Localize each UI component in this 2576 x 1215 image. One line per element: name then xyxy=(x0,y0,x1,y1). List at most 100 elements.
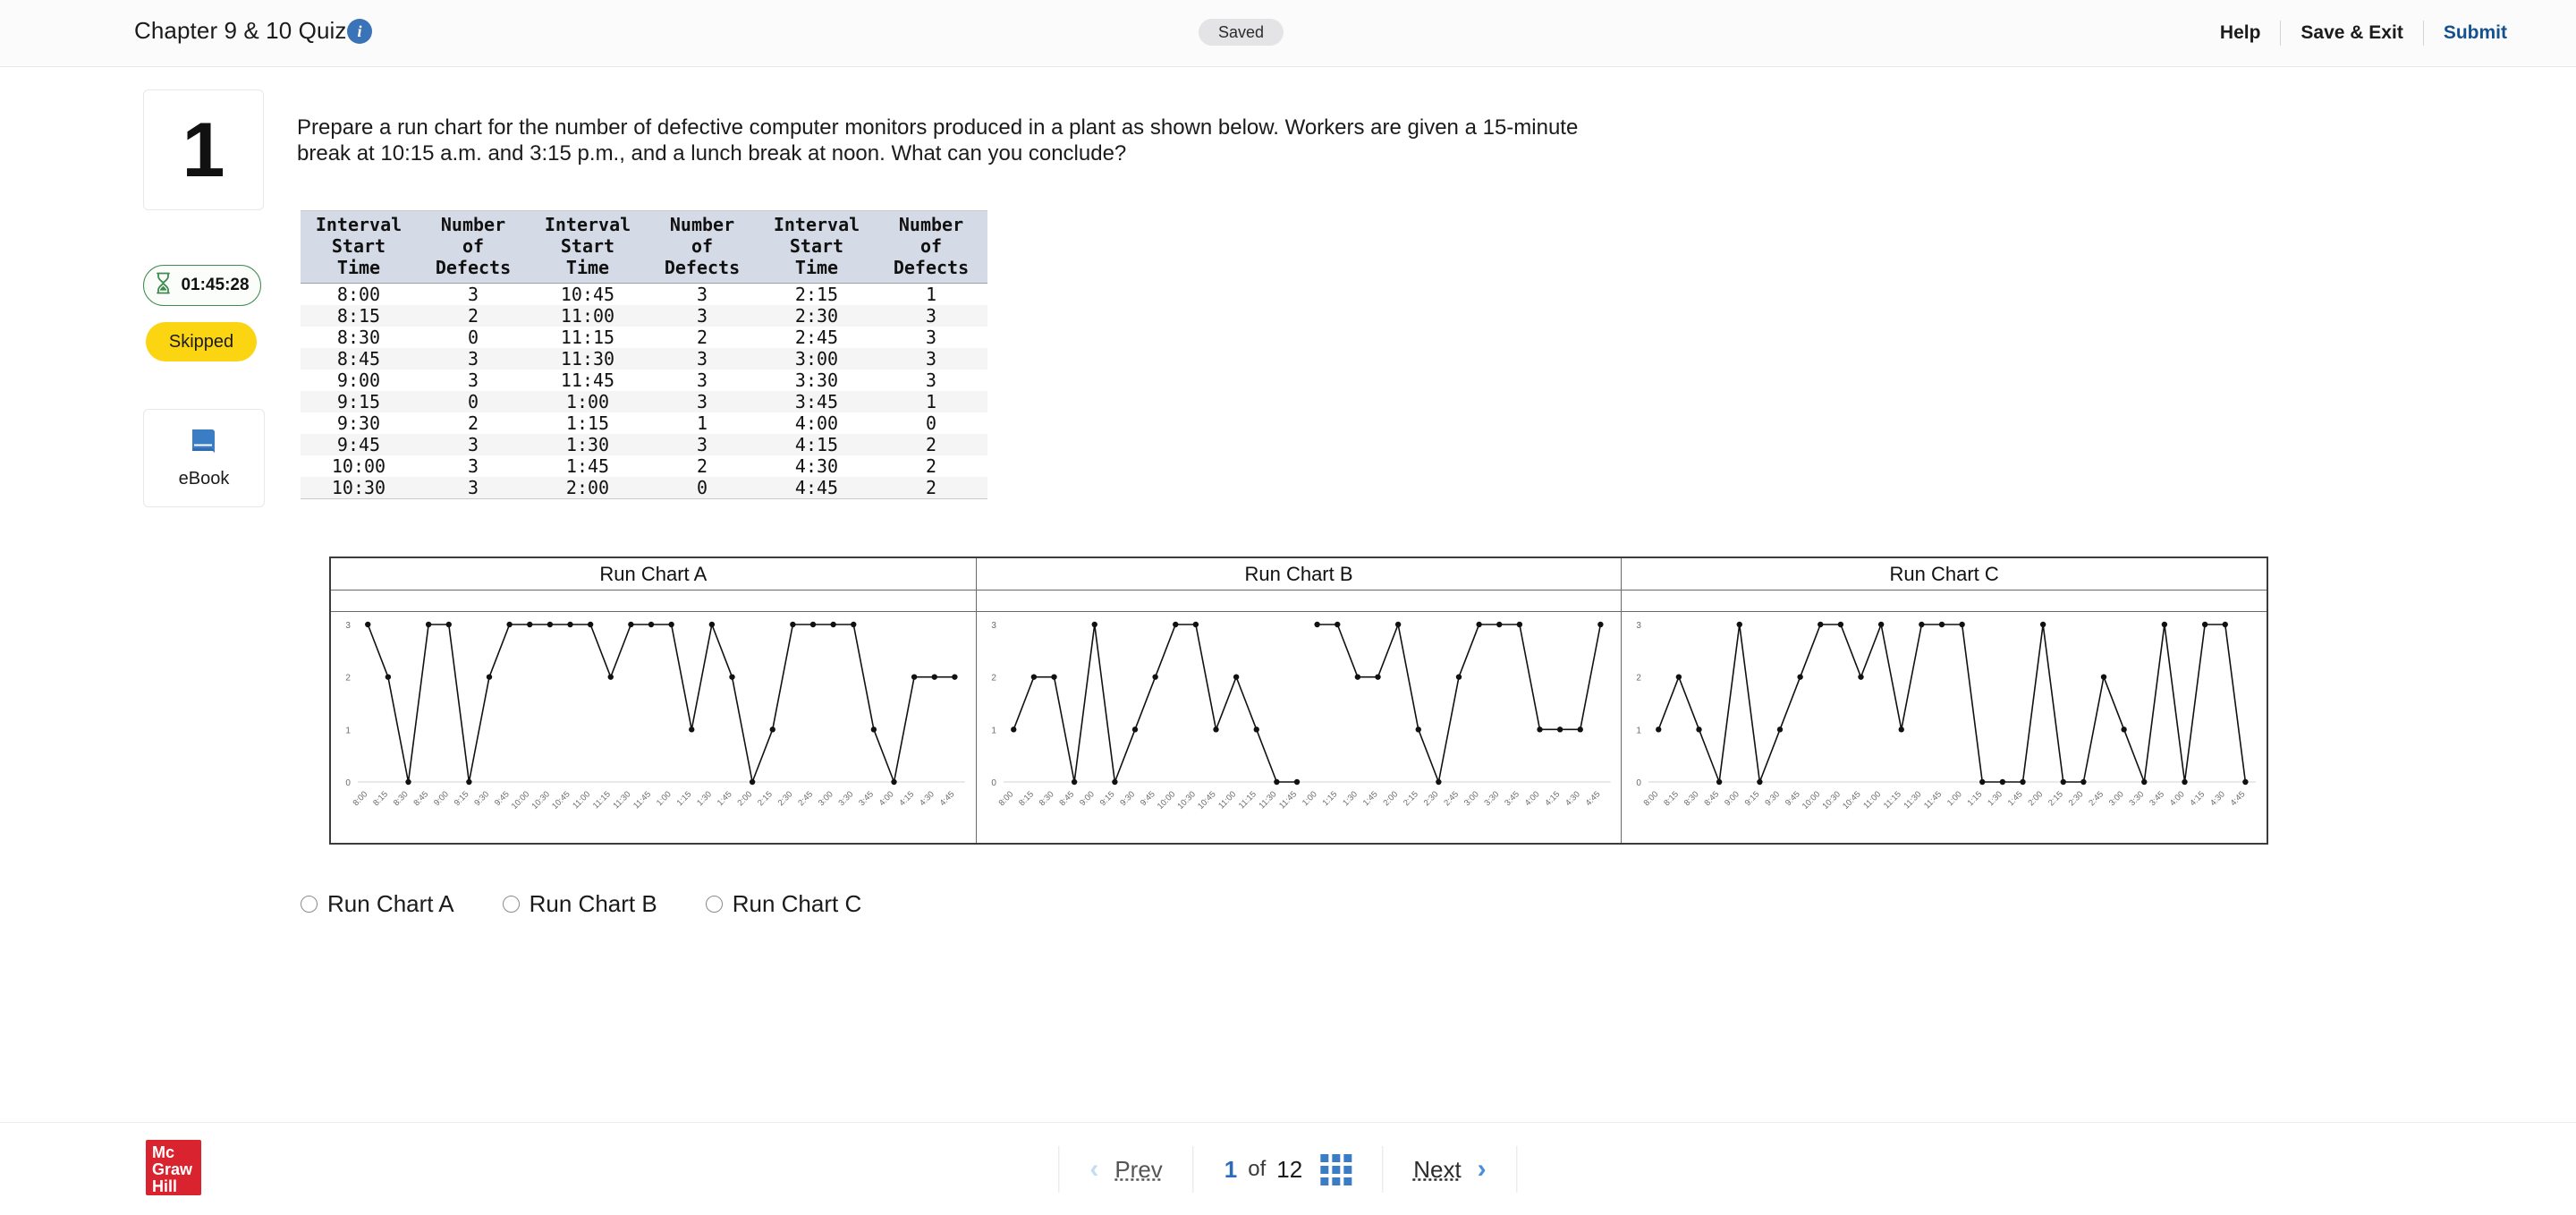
svg-text:3:00: 3:00 xyxy=(2107,789,2126,808)
answer-option-b[interactable]: Run Chart B xyxy=(502,890,657,918)
table-cell: 0 xyxy=(696,477,708,498)
table-cell: 3 xyxy=(696,391,708,412)
run-chart-a: Run Chart A 0 1 2 3 8:00 8:15 8:30 8:45 9:00 9:15 9… xyxy=(331,558,977,843)
defects-data-table: Interval Start Time Number of Defects Interv… xyxy=(301,210,987,499)
table-cell: 2 xyxy=(467,305,479,327)
run-chart-c: Run Chart C 0 1 2 3 8:00 8:15 8:30 8:45 9:00 9:15 9… xyxy=(1622,558,2267,843)
svg-text:1:45: 1:45 xyxy=(716,789,734,808)
svg-text:4:45: 4:45 xyxy=(2229,789,2248,808)
svg-text:10:30: 10:30 xyxy=(1821,789,1843,811)
timer-value: 01:45:28 xyxy=(181,276,250,294)
svg-text:1:45: 1:45 xyxy=(2006,789,2025,808)
svg-text:10:45: 10:45 xyxy=(1841,789,1863,811)
table-cell: 0 xyxy=(925,412,937,434)
svg-text:1:00: 1:00 xyxy=(1301,789,1319,808)
logo-line: Hill xyxy=(152,1177,178,1195)
info-icon[interactable]: i xyxy=(347,19,372,44)
answer-option-c[interactable]: Run Chart C xyxy=(705,890,861,918)
table-row: 9:30 2 1:15 1 4:00 0 xyxy=(301,412,987,434)
next-block: Next › xyxy=(1383,1154,1516,1185)
svg-text:11:30: 11:30 xyxy=(611,789,632,811)
table-cell: 3 xyxy=(696,348,708,370)
table-cell: 3 xyxy=(925,348,937,370)
svg-text:8:45: 8:45 xyxy=(411,789,430,808)
radio-button[interactable] xyxy=(502,896,520,913)
question-number: 1 xyxy=(182,106,225,193)
table-cell: 4:00 xyxy=(794,412,839,434)
table-row: 8:45 3 11:30 3 3:00 3 xyxy=(301,348,987,370)
logo-line: Mc xyxy=(152,1143,175,1161)
table-cell: 8:30 xyxy=(336,327,381,348)
svg-text:3:45: 3:45 xyxy=(2148,789,2167,808)
submit-button[interactable]: Submit xyxy=(2424,22,2527,44)
svg-text:2:45: 2:45 xyxy=(2088,789,2106,808)
svg-text:3:30: 3:30 xyxy=(837,789,856,808)
answer-option-label: Run Chart B xyxy=(529,890,657,917)
svg-text:8:15: 8:15 xyxy=(1017,789,1036,808)
run-chart-comparison-panel: Run Chart A 0 1 2 3 8:00 8:15 8:30 8:45 9:00 9:15 9… xyxy=(329,557,2268,845)
svg-text:1:45: 1:45 xyxy=(1360,789,1379,808)
svg-text:8:15: 8:15 xyxy=(1663,789,1682,808)
table-cell: 3 xyxy=(925,327,937,348)
table-cell: 2 xyxy=(925,477,937,498)
svg-text:11:00: 11:00 xyxy=(1216,789,1238,811)
svg-text:0: 0 xyxy=(345,778,351,788)
table-cell: 3 xyxy=(696,370,708,391)
table-row: 8:30 0 11:15 2 2:45 3 xyxy=(301,327,987,348)
svg-text:11:30: 11:30 xyxy=(1902,789,1924,811)
table-cell: 3 xyxy=(925,370,937,391)
radio-button[interactable] xyxy=(301,896,318,913)
svg-text:11:15: 11:15 xyxy=(1237,789,1258,811)
prev-button[interactable]: Prev xyxy=(1114,1156,1162,1184)
svg-text:1: 1 xyxy=(991,726,996,735)
page-indicator: 1 of 12 xyxy=(1194,1153,1382,1185)
svg-text:2:30: 2:30 xyxy=(2067,789,2086,808)
ebook-button[interactable]: eBook xyxy=(143,409,265,507)
chevron-left-icon[interactable]: ‹ xyxy=(1089,1154,1098,1185)
next-button[interactable]: Next xyxy=(1413,1156,1461,1184)
top-bar: Chapter 9 & 10 Quiz i Saved Help Save & … xyxy=(0,0,2576,67)
svg-text:9:15: 9:15 xyxy=(1097,789,1116,808)
svg-text:1:30: 1:30 xyxy=(1987,789,2005,808)
svg-text:3:45: 3:45 xyxy=(857,789,876,808)
table-cell: 2 xyxy=(925,455,937,477)
table-cell: 3 xyxy=(467,284,479,305)
svg-text:4:15: 4:15 xyxy=(1543,789,1562,808)
svg-text:11:45: 11:45 xyxy=(631,789,653,811)
svg-text:2:00: 2:00 xyxy=(2027,789,2046,808)
svg-text:10:00: 10:00 xyxy=(1156,789,1178,811)
svg-text:2:45: 2:45 xyxy=(1442,789,1461,808)
svg-text:4:00: 4:00 xyxy=(877,789,896,808)
table-cell: 3 xyxy=(696,284,708,305)
answer-option-a[interactable]: Run Chart A xyxy=(301,890,454,918)
chart-plot-area: 0 1 2 3 8:00 8:15 8:30 8:45 9:00 9:15 9:30 9:45 10:0… xyxy=(331,612,976,843)
svg-text:8:00: 8:00 xyxy=(352,789,370,808)
table-cell: 10:30 xyxy=(331,477,386,498)
book-icon xyxy=(189,427,219,462)
svg-text:1:15: 1:15 xyxy=(675,789,694,808)
chevron-right-icon[interactable]: › xyxy=(1478,1154,1487,1185)
table-cell: 0 xyxy=(467,327,479,348)
prev-block: ‹ Prev xyxy=(1059,1154,1192,1185)
svg-text:8:45: 8:45 xyxy=(1057,789,1076,808)
svg-text:4:00: 4:00 xyxy=(2168,789,2187,808)
table-cell: 2 xyxy=(925,434,937,455)
svg-text:9:30: 9:30 xyxy=(472,789,491,808)
svg-text:4:30: 4:30 xyxy=(2208,789,2227,808)
table-row: 9:00 3 11:45 3 3:30 3 xyxy=(301,370,987,391)
divider xyxy=(1516,1146,1518,1193)
save-and-exit-button[interactable]: Save & Exit xyxy=(2281,22,2422,44)
ebook-label: eBook xyxy=(178,469,230,489)
chart-subheader-row xyxy=(976,591,1622,612)
help-button[interactable]: Help xyxy=(2200,22,2281,44)
column-header: Number of Defects xyxy=(417,211,530,284)
grid-icon[interactable] xyxy=(1320,1153,1352,1185)
radio-button[interactable] xyxy=(705,896,723,913)
chart-subheader-row xyxy=(331,591,976,612)
table-cell: 3 xyxy=(467,434,479,455)
table-row: 8:00 3 10:45 3 2:15 1 xyxy=(301,284,987,306)
table-cell: 3 xyxy=(696,434,708,455)
table-cell: 1:15 xyxy=(565,412,610,434)
svg-text:9:15: 9:15 xyxy=(453,789,471,808)
svg-text:9:30: 9:30 xyxy=(1118,789,1137,808)
